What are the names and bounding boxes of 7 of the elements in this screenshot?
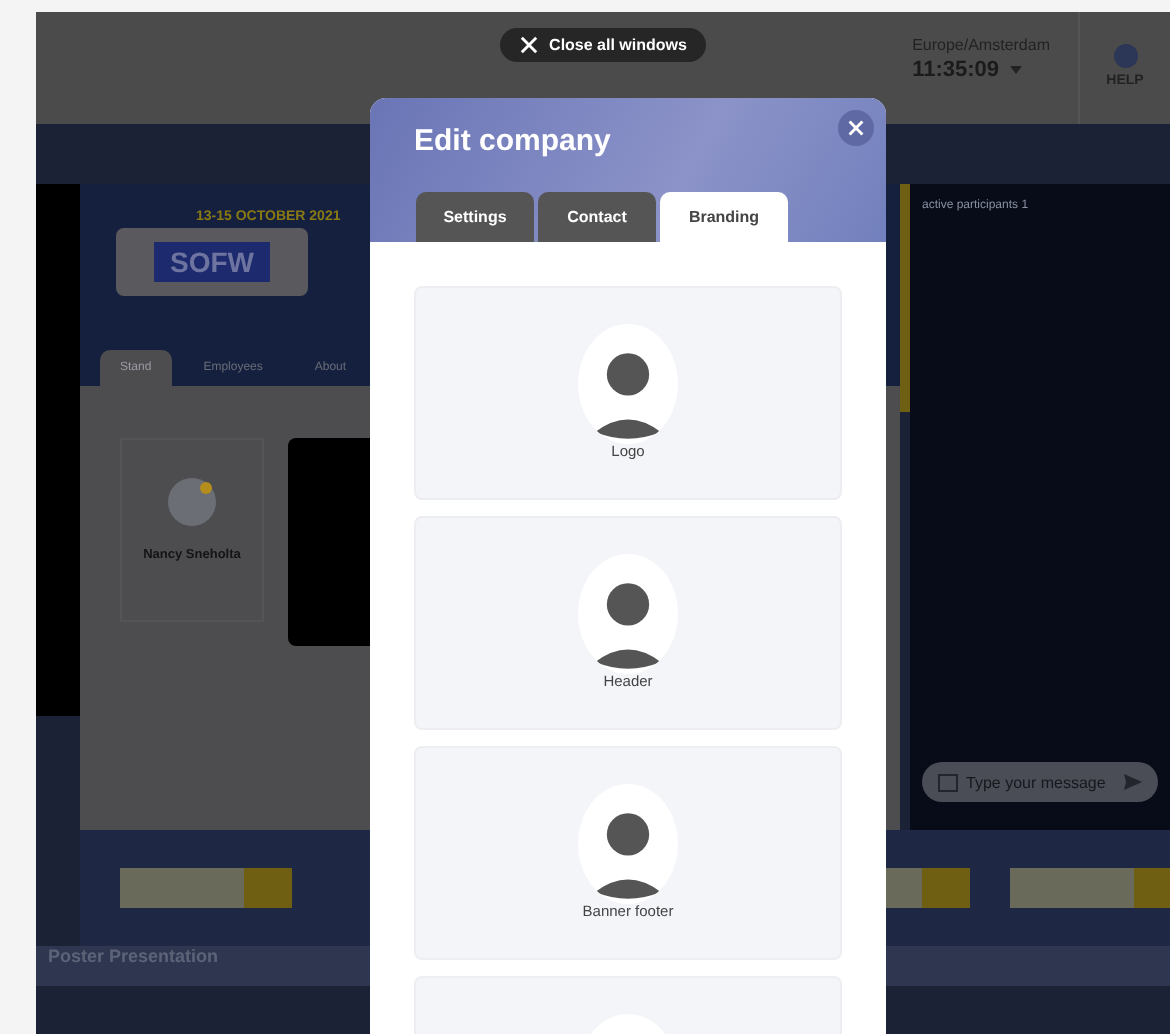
company-logo: SOFW	[116, 228, 308, 296]
dialog-tab[interactable]: Contact	[538, 192, 656, 242]
close-all-button[interactable]: Close all windows	[499, 28, 707, 62]
dialog-title: Edit company	[414, 124, 611, 158]
message-field[interactable]: Type your message	[922, 762, 1158, 802]
dialog-tab[interactable]: Settings	[416, 192, 534, 242]
dialog-tab[interactable]: Branding	[660, 192, 788, 242]
